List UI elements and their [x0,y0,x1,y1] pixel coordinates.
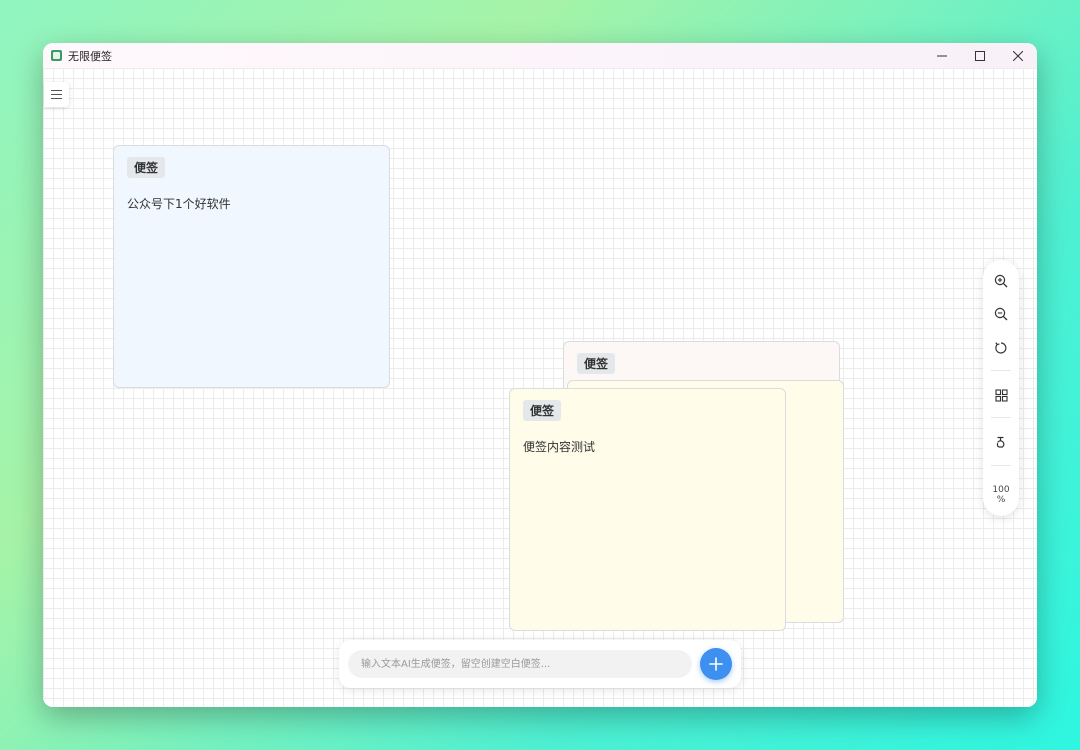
window-controls [923,43,1037,68]
minimize-icon [937,55,947,56]
hamburger-menu-icon [51,90,62,99]
note-content[interactable]: 便签内容测试 [523,438,595,455]
note-tag: 便签 [523,400,562,421]
add-note-button[interactable] [700,648,732,680]
zoom-level-unit: % [996,495,1006,505]
zoom-out-button[interactable] [989,302,1013,326]
toolbar-divider [991,370,1011,371]
zoom-toolbar: 100 % [983,260,1019,516]
window-title: 无限便签 [68,49,112,63]
zoom-out-icon [994,307,1008,321]
maximize-button[interactable] [961,43,999,68]
ai-input-bar [339,640,741,688]
grid-icon [994,388,1008,402]
app-window: 无限便签 便签 公众号下1个好软件 便签 便签 便签内容测试 100 % 输入文… [43,43,1037,707]
reset-view-button[interactable] [989,336,1013,360]
arrange-grid-button[interactable] [989,383,1013,407]
minimize-button[interactable] [923,43,961,68]
hand-pointer-icon [996,436,1005,448]
note-content[interactable]: 公众号下1个好软件 [127,195,231,212]
zoom-level-value: 100 [992,485,1010,495]
title-bar: 无限便签 [43,43,1037,68]
sticky-note[interactable]: 便签 便签内容测试 [509,388,786,631]
refresh-icon [995,342,1007,354]
close-button[interactable] [999,43,1037,68]
pointer-mode-button[interactable] [989,430,1013,454]
maximize-icon [975,50,985,61]
close-icon [1013,50,1023,61]
app-logo-icon [51,50,62,61]
note-canvas[interactable]: 便签 公众号下1个好软件 便签 便签 便签内容测试 100 % 输入文本AI生成… [43,68,1037,707]
zoom-in-icon [994,274,1008,288]
note-tag: 便签 [127,157,166,178]
note-tag: 便签 [577,353,616,374]
toolbar-divider [991,465,1011,466]
plus-icon [709,657,723,671]
toolbar-divider [991,417,1011,418]
ai-note-input[interactable] [348,650,692,678]
sticky-note[interactable]: 便签 公众号下1个好软件 [113,145,390,388]
menu-button[interactable] [44,82,69,107]
zoom-in-button[interactable] [989,269,1013,293]
